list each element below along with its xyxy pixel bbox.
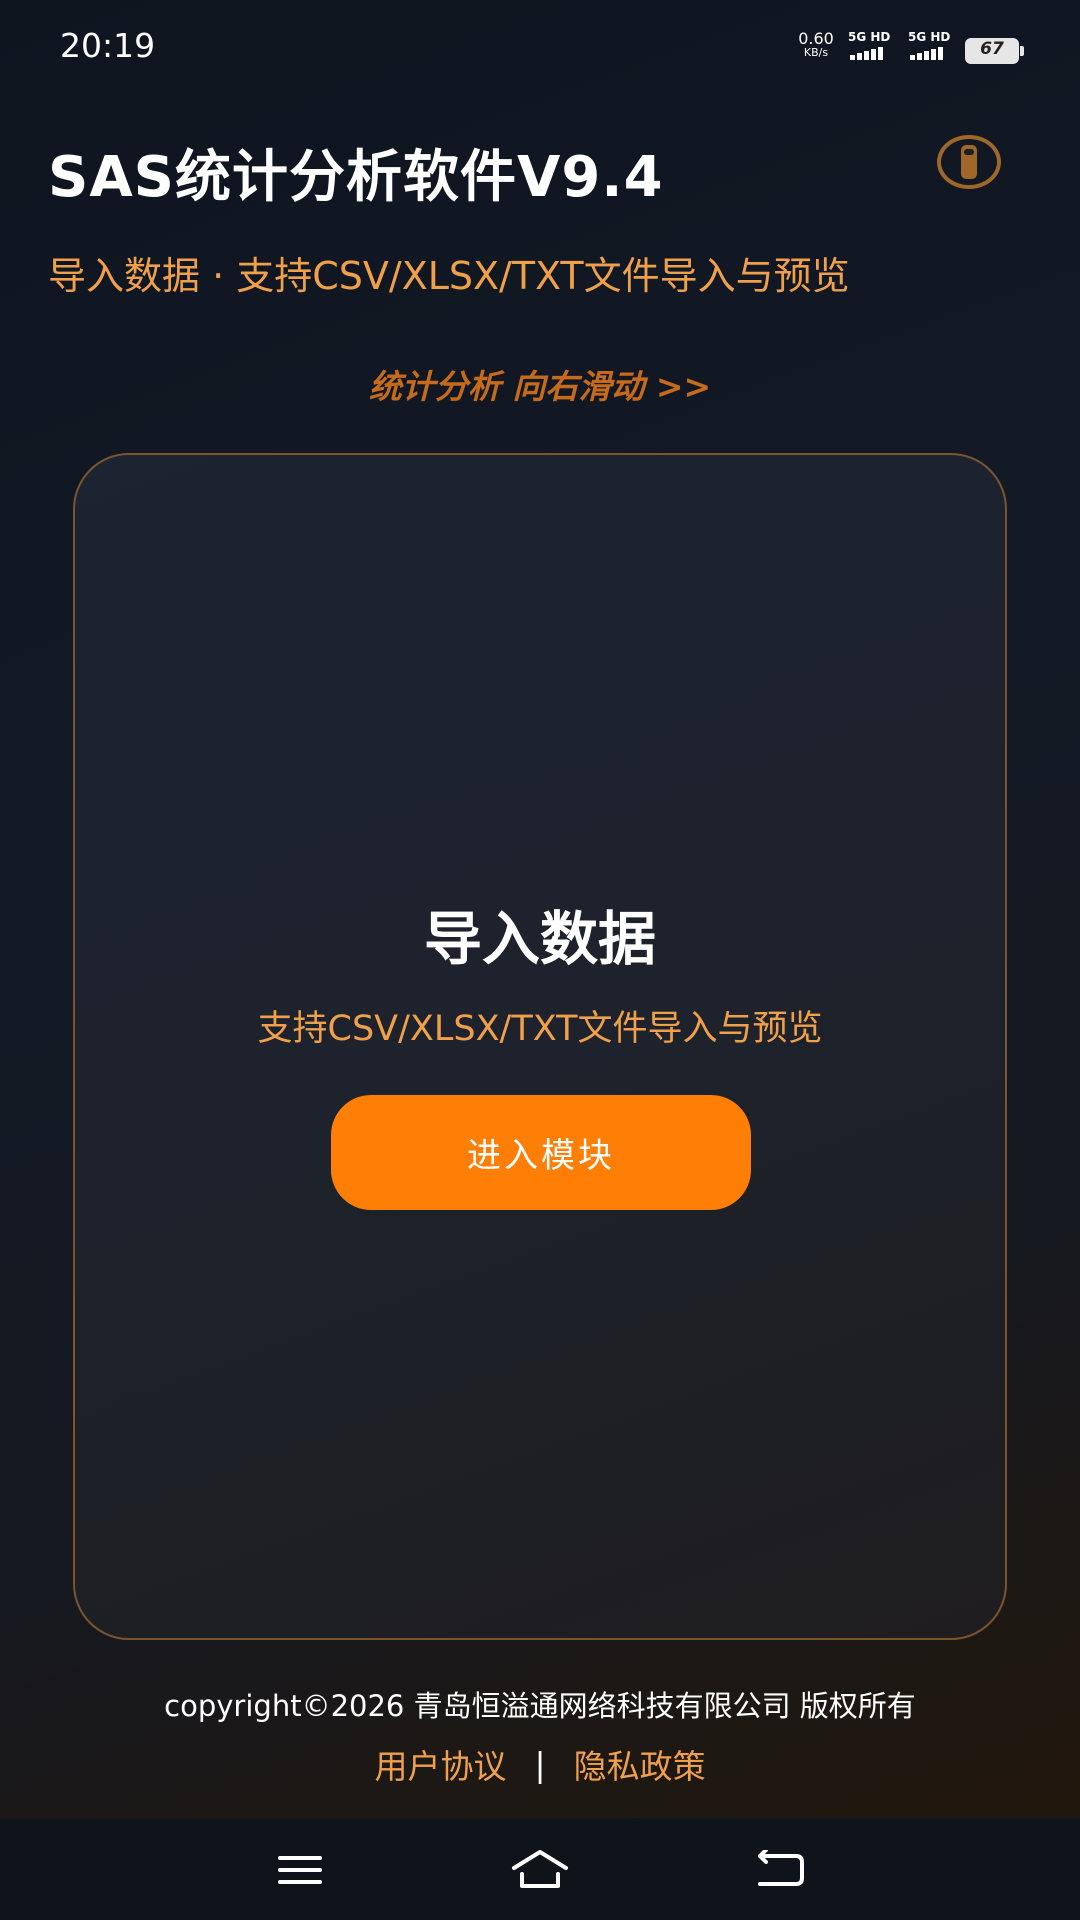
footer-links: 用户协议 | 隐私政策 <box>0 1740 1080 1788</box>
footer-separator: | <box>534 1744 546 1784</box>
back-button[interactable] <box>748 1840 812 1900</box>
sim2-label: 5G HD <box>908 30 951 44</box>
menu-icon <box>278 1856 322 1884</box>
sim1-signal-icon: 5G HD <box>848 30 898 62</box>
system-nav-bar <box>0 1818 1080 1920</box>
status-time: 20:19 <box>60 26 156 65</box>
enter-module-button[interactable]: 进入模块 <box>331 1095 751 1210</box>
battery-level: 67 <box>980 39 1004 59</box>
network-speed-value: 0.60 <box>798 29 834 48</box>
home-icon <box>512 1850 568 1888</box>
network-speed: 0.60 KB/s <box>795 29 837 60</box>
back-icon <box>758 1850 804 1886</box>
battery-icon: 67 <box>965 38 1024 64</box>
status-bar: 20:19 0.60 KB/s 5G HD 5G HD 67 <box>0 0 1080 95</box>
info-button[interactable] <box>937 135 1001 189</box>
sim1-label: 5G HD <box>848 30 891 44</box>
privacy-policy-link[interactable]: 隐私政策 <box>574 1740 706 1788</box>
card-title: 导入数据 <box>423 905 656 973</box>
user-agreement-link[interactable]: 用户协议 <box>374 1740 506 1788</box>
card-description: 支持CSV/XLSX/TXT文件导入与预览 <box>257 1009 823 1049</box>
swipe-hint: 统计分析 向右滑动 >> <box>368 367 712 406</box>
sim2-signal-icon: 5G HD <box>908 30 958 62</box>
menu-button[interactable] <box>268 1840 332 1900</box>
info-icon <box>961 145 977 179</box>
module-card[interactable]: 导入数据 支持CSV/XLSX/TXT文件导入与预览 进入模块 <box>73 453 1007 1640</box>
copyright-text: copyright©2026 青岛恒溢通网络科技有限公司 版权所有 <box>164 1689 916 1723</box>
network-speed-unit: KB/s <box>803 46 829 59</box>
app-title: SAS统计分析软件V9.4 <box>48 145 664 210</box>
module-subtitle: 导入数据 · 支持CSV/XLSX/TXT文件导入与预览 <box>48 254 850 298</box>
home-button[interactable] <box>508 1840 572 1900</box>
